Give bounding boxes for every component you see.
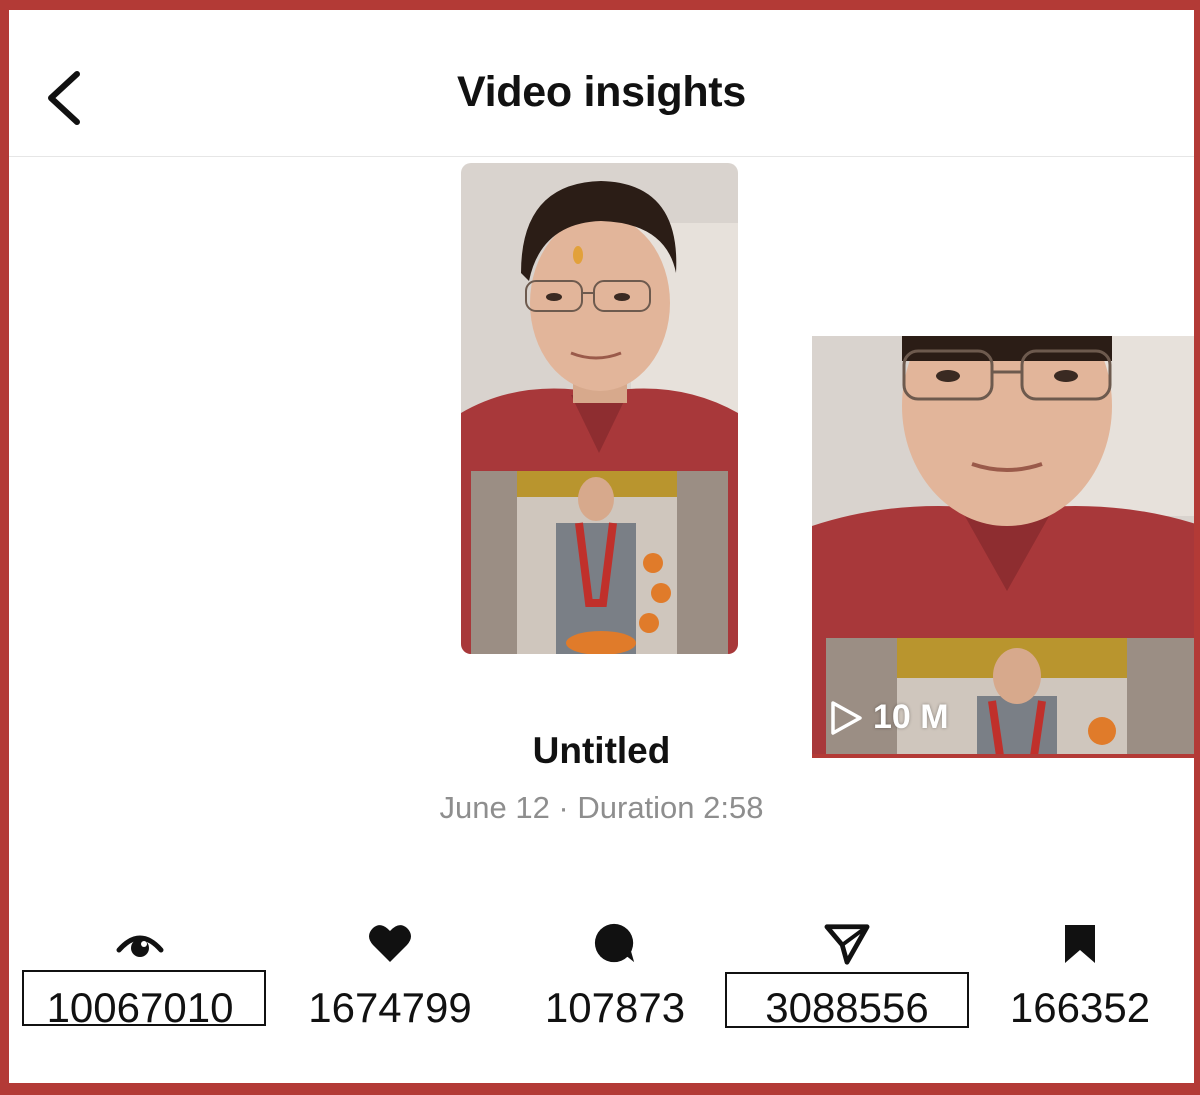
stat-saves: 166352 xyxy=(980,922,1180,1034)
bookmark-icon xyxy=(1065,925,1095,963)
views-highlight-box xyxy=(22,970,266,1026)
screenshot-frame: Video insights 10 M Untitled June 12 · D… xyxy=(0,0,1200,1095)
stat-comments-value: 107873 xyxy=(544,984,686,1031)
thumbnail-image xyxy=(461,163,738,654)
heart-icon xyxy=(369,925,411,962)
video-thumbnail[interactable] xyxy=(461,163,738,654)
stat-likes-value: 1674799 xyxy=(308,984,472,1031)
stat-saves-value: 166352 xyxy=(1009,984,1151,1031)
zoomed-thumbnail-image xyxy=(812,336,1194,756)
header-bar: Video insights xyxy=(9,10,1194,157)
eye-icon xyxy=(116,935,164,957)
shares-highlight-box xyxy=(725,972,969,1028)
thumbnail-zoom-crop[interactable] xyxy=(812,336,1194,756)
video-title: Untitled xyxy=(532,730,671,771)
stat-comments: 107873 xyxy=(515,922,715,1034)
page-title: Video insights xyxy=(457,68,746,116)
stat-likes: 1674799 xyxy=(290,922,490,1034)
comment-icon xyxy=(594,923,635,963)
send-icon xyxy=(824,924,870,965)
video-meta: June 12 · Duration 2:58 xyxy=(439,790,764,825)
